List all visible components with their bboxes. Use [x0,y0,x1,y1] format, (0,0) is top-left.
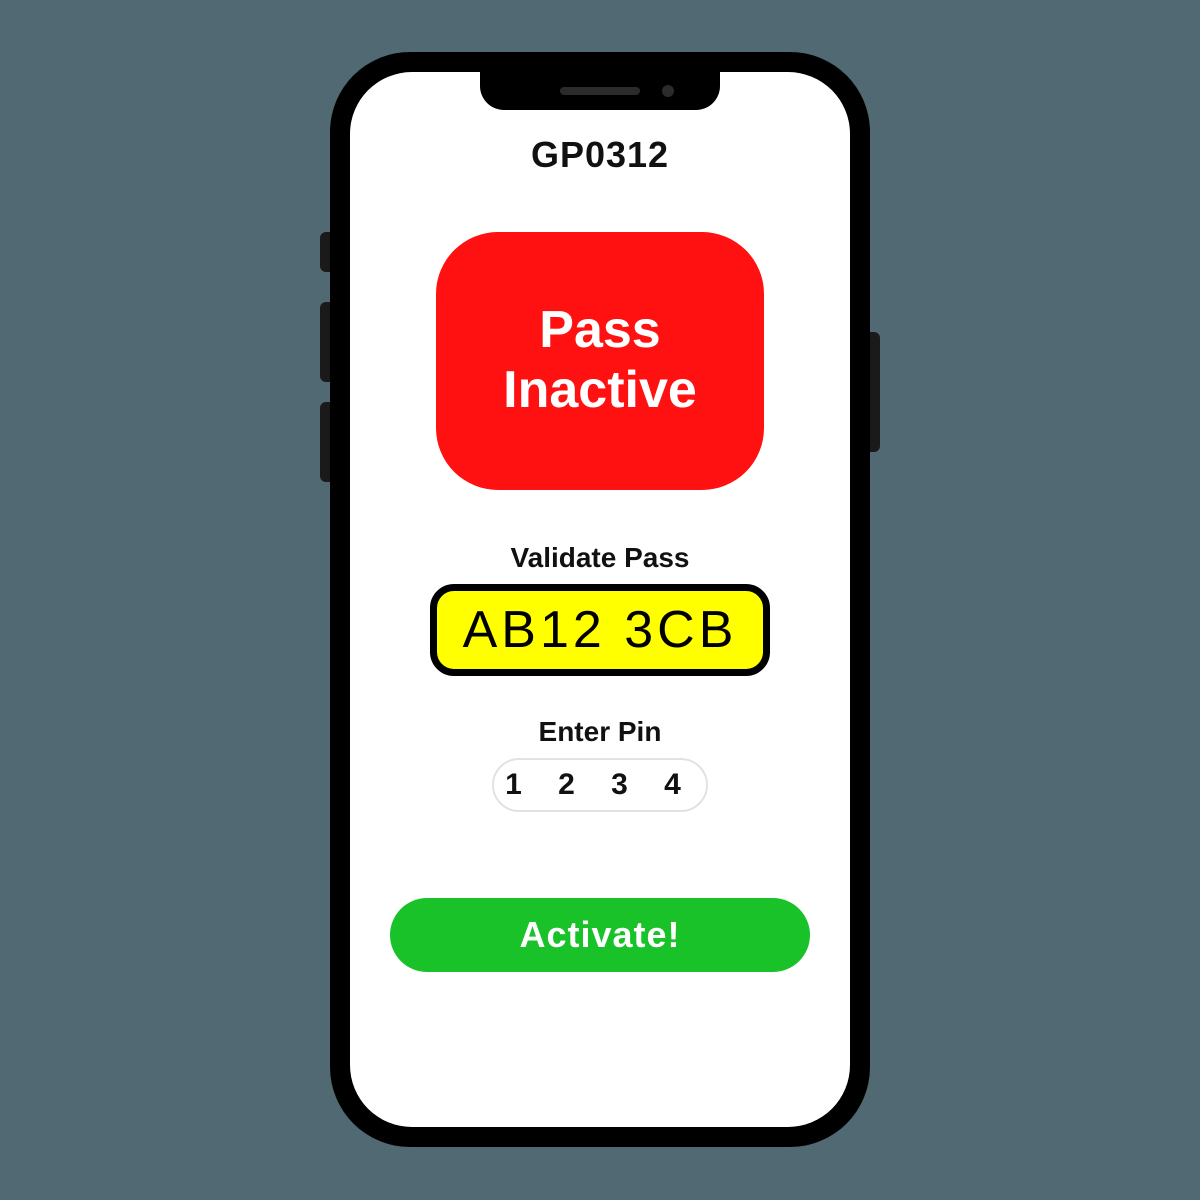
phone-frame: GP0312 Pass Inactive Validate Pass AB12 … [330,52,870,1147]
enter-pin-label: Enter Pin [539,716,662,748]
validate-pass-label: Validate Pass [510,542,689,574]
front-camera-icon [662,85,674,97]
pin-input[interactable]: 1 2 3 4 [492,758,708,812]
notch [480,72,720,110]
license-plate-field[interactable]: AB12 3CB [430,584,770,676]
speaker-icon [560,87,640,95]
power-button [870,332,880,452]
pass-status-text: Pass Inactive [503,301,697,421]
activate-button[interactable]: Activate! [390,898,810,972]
mute-switch [320,232,330,272]
phone-screen: GP0312 Pass Inactive Validate Pass AB12 … [350,72,850,1127]
pass-status-card: Pass Inactive [436,232,764,490]
volume-up-button [320,302,330,382]
volume-down-button [320,402,330,482]
pass-code-title: GP0312 [531,134,669,176]
